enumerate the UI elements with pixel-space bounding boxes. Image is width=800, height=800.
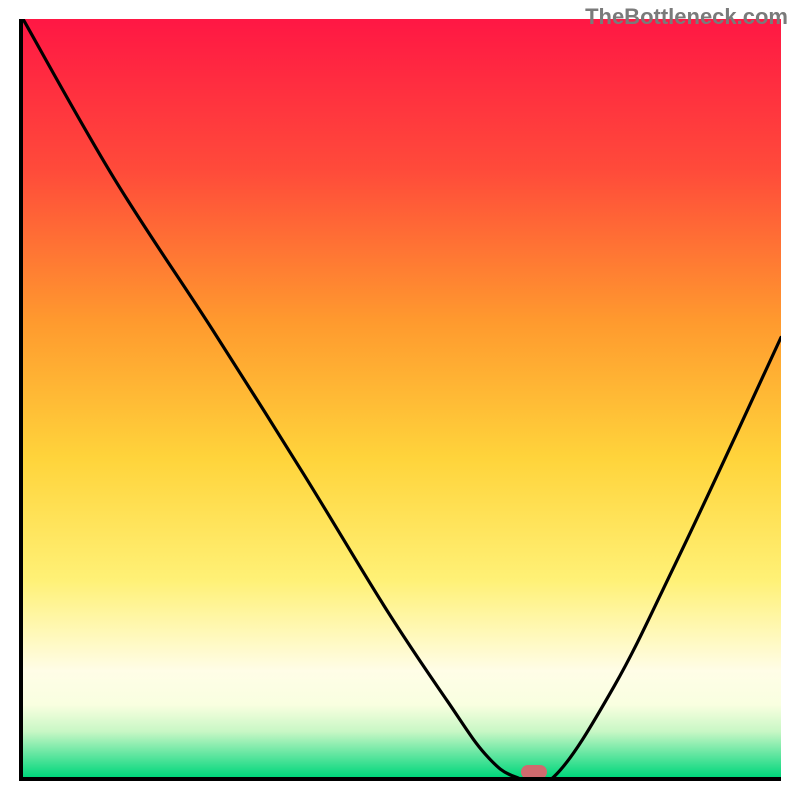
bottleneck-curve-path bbox=[23, 19, 781, 777]
watermark-text: TheBottleneck.com bbox=[585, 4, 788, 30]
optimal-point-marker bbox=[521, 765, 547, 779]
bottleneck-curve bbox=[23, 19, 781, 777]
chart-plot-area bbox=[19, 19, 781, 781]
